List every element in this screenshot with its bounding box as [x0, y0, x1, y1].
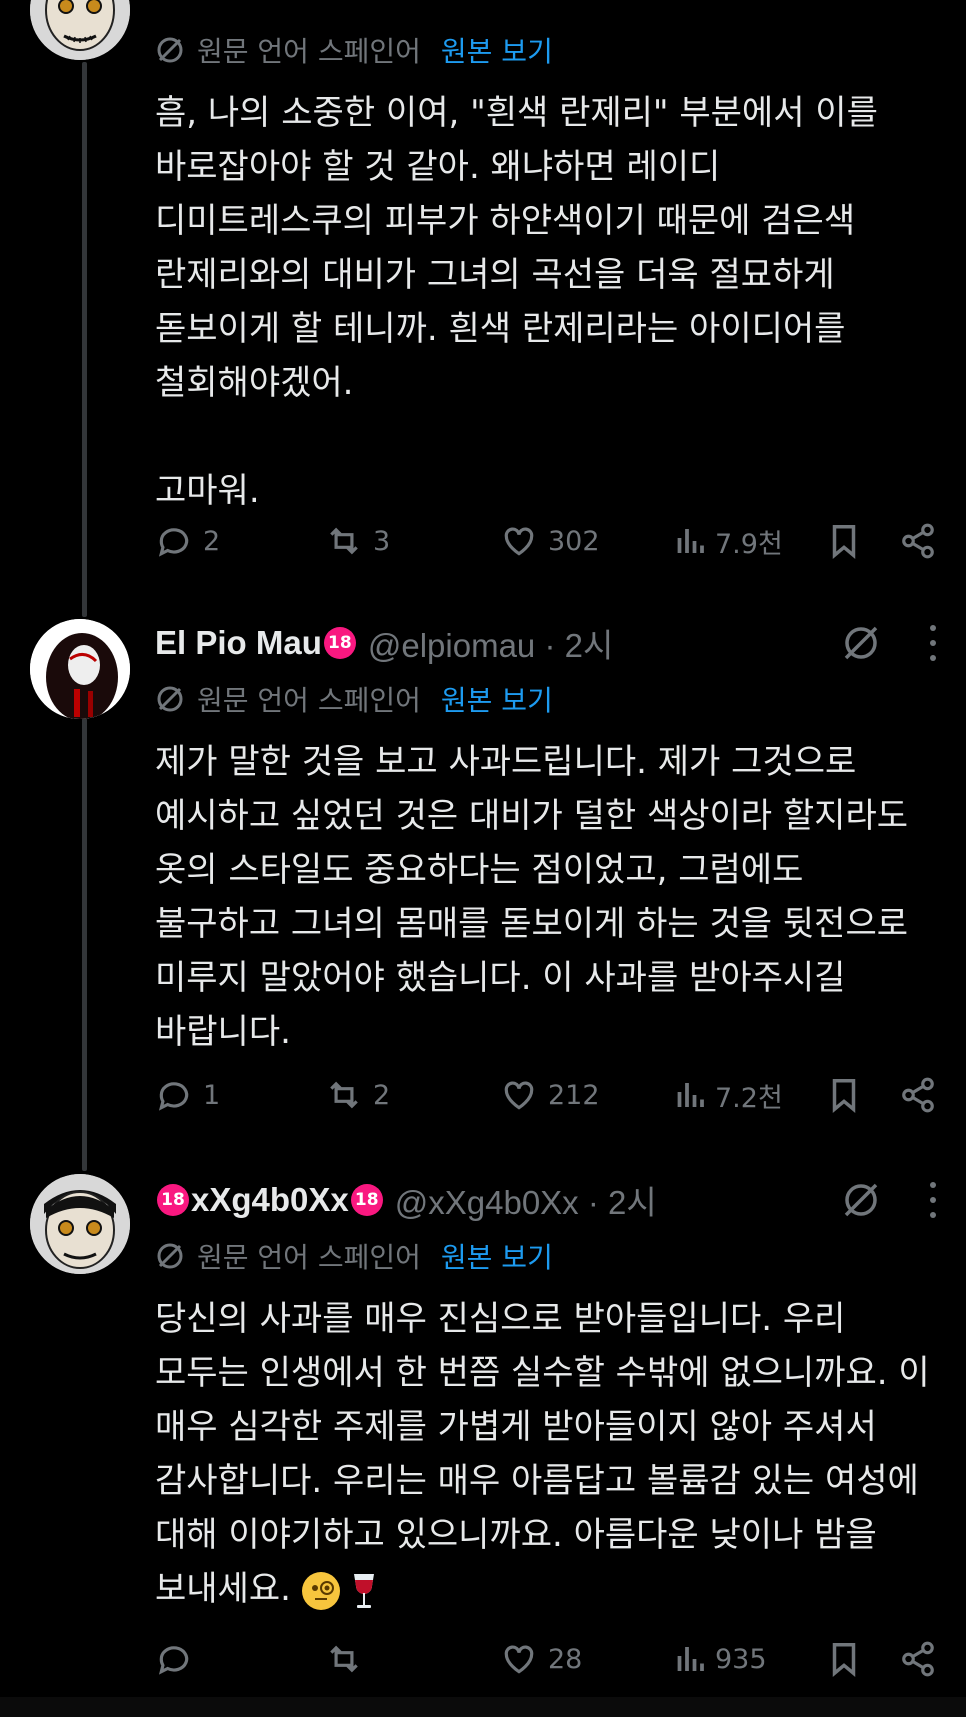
reply-icon	[158, 1082, 189, 1111]
retweet-icon	[330, 1645, 358, 1673]
avatar-image	[30, 619, 130, 719]
avatar[interactable]	[30, 619, 130, 719]
translation-label: 원문 언어 스페인어	[197, 35, 421, 68]
bookmark-icon	[832, 525, 856, 559]
tweet-actions: 1 2 212 7.2천	[155, 1070, 945, 1120]
view-count: 7.2천	[715, 1082, 783, 1114]
grok-icon[interactable]	[841, 623, 881, 663]
views-button[interactable]: 935	[675, 1634, 767, 1684]
translation-notice: 원문 언어 스페인어 원본 보기	[155, 671, 945, 727]
grok-icon[interactable]	[841, 1180, 881, 1220]
tweet-header: 18 xXg4b0Xx 18 @xXg4b0Xx · 2시	[155, 1172, 945, 1228]
bookmark-icon	[832, 1079, 856, 1113]
display-name[interactable]: xXg4b0Xx	[191, 1181, 349, 1219]
share-icon	[902, 1077, 934, 1113]
share-icon	[902, 1641, 934, 1677]
translate-icon	[157, 686, 183, 712]
wine-glass-icon	[351, 1569, 377, 1609]
tweet-text: 당신의 사과를 매우 진심으로 받아들입니다. 우리 모두는 인생에서 한 번쯤…	[155, 1292, 945, 1616]
avatar[interactable]	[30, 0, 130, 60]
avatar-image	[30, 1174, 130, 1274]
views-icon	[677, 1647, 704, 1671]
views-icon	[677, 1083, 704, 1107]
show-original-link[interactable]: 원본 보기	[441, 679, 553, 719]
share-button[interactable]	[899, 1634, 947, 1684]
show-original-link[interactable]: 원본 보기	[441, 1236, 553, 1276]
share-button[interactable]	[899, 516, 947, 566]
tweet-1[interactable]: 원문 언어 스페인어 원본 보기 흠, 나의 소중한 이여, "흰색 란제리" …	[0, 0, 966, 580]
show-original-link[interactable]: 원본 보기	[441, 30, 553, 70]
translation-label: 원문 언어 스페인어	[197, 1241, 421, 1274]
share-button[interactable]	[899, 1070, 947, 1120]
retweet-count: 3	[373, 525, 391, 557]
retweet-button[interactable]: 2	[325, 1070, 390, 1120]
tweet-text: 제가 말한 것을 보고 사과드립니다. 제가 그것으로 예시하고 싶었던 것은 …	[155, 742, 909, 1052]
more-options-icon[interactable]	[921, 621, 945, 665]
adult-badge-icon: 18	[323, 627, 356, 659]
handle-and-time[interactable]: @xXg4b0Xx · 2시	[395, 1176, 657, 1224]
tweet-2[interactable]: El Pio Mau 18 @elpiomau · 2시 원문 언어 스페인어 …	[0, 615, 966, 1115]
like-count: 302	[548, 525, 600, 557]
reply-count: 2	[203, 525, 221, 557]
tweet-text-body: 당신의 사과를 매우 진심으로 받아들입니다. 우리 모두는 인생에서 한 번쯤…	[155, 1299, 930, 1609]
display-name[interactable]: El Pio Mau	[155, 624, 322, 662]
views-button[interactable]: 7.9천	[675, 516, 783, 566]
translation-notice: 원문 언어 스페인어 원본 보기	[155, 1228, 945, 1284]
retweet-count: 2	[373, 1079, 391, 1111]
tweet-3[interactable]: 18 xXg4b0Xx 18 @xXg4b0Xx · 2시 원문 언어 스페인어…	[0, 1172, 966, 1692]
retweet-button[interactable]: 3	[325, 516, 390, 566]
monocle-face-icon	[301, 1571, 340, 1610]
tweet-header: El Pio Mau 18 @elpiomau · 2시	[155, 615, 945, 671]
adult-badge-icon: 18	[157, 1184, 189, 1216]
reply-button[interactable]: 2	[155, 516, 220, 566]
view-count: 7.9천	[715, 528, 783, 560]
share-icon	[902, 523, 934, 559]
like-button[interactable]: 302	[500, 516, 600, 566]
tweet-text: 흠, 나의 소중한 이여, "흰색 란제리" 부분에서 이를 바로잡아야 할 것…	[155, 93, 878, 511]
heart-icon	[504, 527, 534, 556]
retweet-icon	[330, 527, 358, 555]
like-count: 212	[548, 1079, 600, 1111]
reply-count: 1	[203, 1079, 221, 1111]
bookmark-button[interactable]	[827, 1070, 871, 1120]
heart-icon	[504, 1645, 534, 1674]
bookmark-button[interactable]	[827, 516, 871, 566]
more-options-icon[interactable]	[921, 1178, 945, 1222]
bottom-divider	[0, 1697, 966, 1717]
views-button[interactable]: 7.2천	[675, 1070, 783, 1120]
reply-button[interactable]	[155, 1634, 203, 1684]
handle-and-time[interactable]: @elpiomau · 2시	[368, 619, 613, 667]
tweet-actions: 2 3 302 7.9천	[155, 516, 945, 566]
like-button[interactable]: 28	[500, 1634, 582, 1684]
avatar-image	[30, 0, 130, 60]
reply-button[interactable]: 1	[155, 1070, 220, 1120]
tweet-actions: 28 935	[155, 1634, 945, 1684]
views-icon	[677, 529, 704, 553]
heart-icon	[504, 1081, 534, 1110]
translation-label: 원문 언어 스페인어	[197, 684, 421, 717]
retweet-button[interactable]	[325, 1634, 373, 1684]
translate-icon	[157, 37, 183, 63]
retweet-icon	[330, 1081, 358, 1109]
like-button[interactable]: 212	[500, 1070, 600, 1120]
avatar[interactable]	[30, 1174, 130, 1274]
translation-notice: 원문 언어 스페인어 원본 보기	[155, 22, 945, 78]
bookmark-button[interactable]	[827, 1634, 871, 1684]
reply-icon	[158, 1646, 189, 1675]
view-count: 935	[715, 1643, 767, 1675]
like-count: 28	[548, 1643, 583, 1675]
adult-badge-icon: 18	[350, 1184, 383, 1216]
bookmark-icon	[832, 1643, 856, 1677]
translate-icon	[157, 1243, 183, 1269]
reply-icon	[158, 528, 189, 557]
